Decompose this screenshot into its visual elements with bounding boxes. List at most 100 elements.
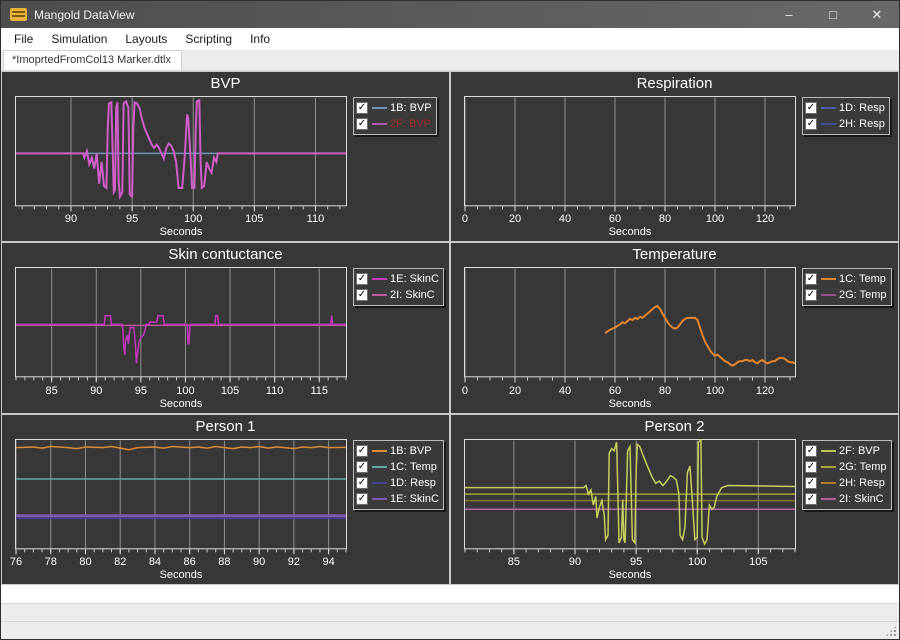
legend-item: ✓ 2H: Resp xyxy=(805,475,887,491)
legend-label[interactable]: 1E: SkinC xyxy=(390,273,439,285)
legend-item: ✓ 2G: Temp xyxy=(805,459,887,475)
plot-respiration[interactable] xyxy=(464,96,796,213)
x-tick-label: 82 xyxy=(114,556,126,568)
minimize-button[interactable]: – xyxy=(767,1,811,28)
legend-box: ✓ 1C: Temp ✓ 2G: Temp xyxy=(802,268,892,306)
plot-skin-conductance[interactable] xyxy=(15,267,347,384)
legend-checkbox[interactable]: ✓ xyxy=(805,102,817,114)
x-tick-label: 90 xyxy=(90,385,102,397)
plot-bvp[interactable] xyxy=(15,96,347,213)
app-icon xyxy=(10,8,27,21)
legend-box: ✓ 1E: SkinC ✓ 2I: SkinC xyxy=(353,268,444,306)
legend-label[interactable]: 1C: Temp xyxy=(839,273,886,285)
legend-label[interactable]: 2G: Temp xyxy=(839,289,887,301)
legend-swatch-icon xyxy=(372,278,387,280)
series-line xyxy=(465,440,795,544)
legend-swatch-icon xyxy=(372,466,387,468)
legend-label[interactable]: 2H: Resp xyxy=(839,118,885,130)
tab-bar: *ImoprtedFromCol13 Marker.dtlx xyxy=(1,50,899,71)
x-tick-label: 94 xyxy=(323,556,335,568)
legend-checkbox[interactable]: ✓ xyxy=(356,102,368,114)
legend-swatch-icon xyxy=(372,450,387,452)
x-tick-label: 40 xyxy=(559,213,571,225)
legend-swatch-icon xyxy=(821,482,836,484)
x-tick-label: 90 xyxy=(569,556,581,568)
legend-checkbox[interactable]: ✓ xyxy=(805,118,817,130)
legend-label[interactable]: 1C: Temp xyxy=(390,461,437,473)
x-tick-label: 40 xyxy=(559,385,571,397)
legend-item: ✓ 2I: SkinC xyxy=(356,287,439,303)
legend-label[interactable]: 2I: SkinC xyxy=(390,289,435,301)
x-tick-label: 90 xyxy=(65,213,77,225)
x-tick-label: 78 xyxy=(45,556,57,568)
x-tick-label: 76 xyxy=(10,556,22,568)
legend-checkbox[interactable]: ✓ xyxy=(356,493,368,505)
document-tab[interactable]: *ImoprtedFromCol13 Marker.dtlx xyxy=(3,50,182,70)
x-tick-label: 105 xyxy=(749,556,767,568)
menu-item-info[interactable]: Info xyxy=(241,29,279,49)
x-tick-label: 100 xyxy=(706,213,724,225)
legend-label[interactable]: 2F: BVP xyxy=(839,445,880,457)
x-tick-label: 95 xyxy=(630,556,642,568)
legend-swatch-icon xyxy=(821,466,836,468)
legend-item: ✓ 1D: Resp xyxy=(805,100,885,116)
legend-checkbox[interactable]: ✓ xyxy=(356,445,368,457)
legend-checkbox[interactable]: ✓ xyxy=(805,445,817,457)
legend-label[interactable]: 1B: BVP xyxy=(390,445,432,457)
legend-checkbox[interactable]: ✓ xyxy=(356,273,368,285)
x-tick-label: 84 xyxy=(149,556,161,568)
menu-item-scripting[interactable]: Scripting xyxy=(176,29,241,49)
menu-item-layouts[interactable]: Layouts xyxy=(116,29,176,49)
x-tick-label: 120 xyxy=(756,213,774,225)
menu-item-simulation[interactable]: Simulation xyxy=(42,29,116,49)
bottom-toolbar xyxy=(1,603,899,621)
legend-item: ✓ 2H: Resp xyxy=(805,116,885,132)
series-line xyxy=(16,100,346,196)
maximize-button[interactable]: □ xyxy=(811,1,855,28)
legend-label[interactable]: 2I: SkinC xyxy=(839,493,884,505)
x-tick-label: 92 xyxy=(288,556,300,568)
x-tick-label: 100 xyxy=(688,556,706,568)
legend-item: ✓ 2I: SkinC xyxy=(805,491,887,507)
plot-person2[interactable] xyxy=(464,439,796,556)
menu-item-file[interactable]: File xyxy=(5,29,42,49)
legend-checkbox[interactable]: ✓ xyxy=(356,289,368,301)
legend-checkbox[interactable]: ✓ xyxy=(805,461,817,473)
chart-title: Respiration xyxy=(459,75,890,96)
legend-checkbox[interactable]: ✓ xyxy=(805,273,817,285)
legend-item: ✓ 1C: Temp xyxy=(805,271,887,287)
x-axis-ticks: 859095100105110115 xyxy=(15,385,347,398)
close-button[interactable]: ✕ xyxy=(855,1,899,28)
legend-label[interactable]: 1B: BVP xyxy=(390,102,432,114)
x-tick-label: 86 xyxy=(184,556,196,568)
legend-label[interactable]: 2H: Resp xyxy=(839,477,885,489)
x-tick-label: 60 xyxy=(609,213,621,225)
legend-label[interactable]: 1E: SkinC xyxy=(390,493,439,505)
legend-item: ✓ 1D: Resp xyxy=(356,475,439,491)
legend-item: ✓ 1E: SkinC xyxy=(356,271,439,287)
legend-label[interactable]: 1D: Resp xyxy=(390,477,436,489)
legend-checkbox[interactable]: ✓ xyxy=(356,461,368,473)
plot-person1[interactable] xyxy=(15,439,347,556)
x-tick-label: 0 xyxy=(462,213,468,225)
x-axis-ticks: 020406080100120 xyxy=(464,385,796,398)
app-window: Mangold DataView – □ ✕ File Simulation L… xyxy=(0,0,900,640)
x-tick-label: 95 xyxy=(135,385,147,397)
title-bar: Mangold DataView – □ ✕ xyxy=(1,1,899,28)
legend-label[interactable]: 1D: Resp xyxy=(839,102,885,114)
legend-checkbox[interactable]: ✓ xyxy=(805,477,817,489)
legend-item: ✓ 2G: Temp xyxy=(805,287,887,303)
plot-temperature[interactable] xyxy=(464,267,796,384)
status-bar xyxy=(1,621,899,639)
legend-checkbox[interactable]: ✓ xyxy=(805,289,817,301)
legend-label[interactable]: 2F: BVP xyxy=(390,118,431,130)
chart-area: BVP 9095100105110 Seconds ✓1B: BVP✓2F: B… xyxy=(1,71,899,585)
legend-checkbox[interactable]: ✓ xyxy=(356,477,368,489)
legend-checkbox[interactable]: ✓ xyxy=(805,493,817,505)
legend-label[interactable]: 2G: Temp xyxy=(839,461,887,473)
legend-checkbox[interactable]: ✓ xyxy=(356,118,368,130)
x-tick-label: 60 xyxy=(609,385,621,397)
resize-grip-icon[interactable] xyxy=(885,625,897,637)
x-tick-label: 90 xyxy=(253,556,265,568)
legend-swatch-icon xyxy=(372,294,387,296)
